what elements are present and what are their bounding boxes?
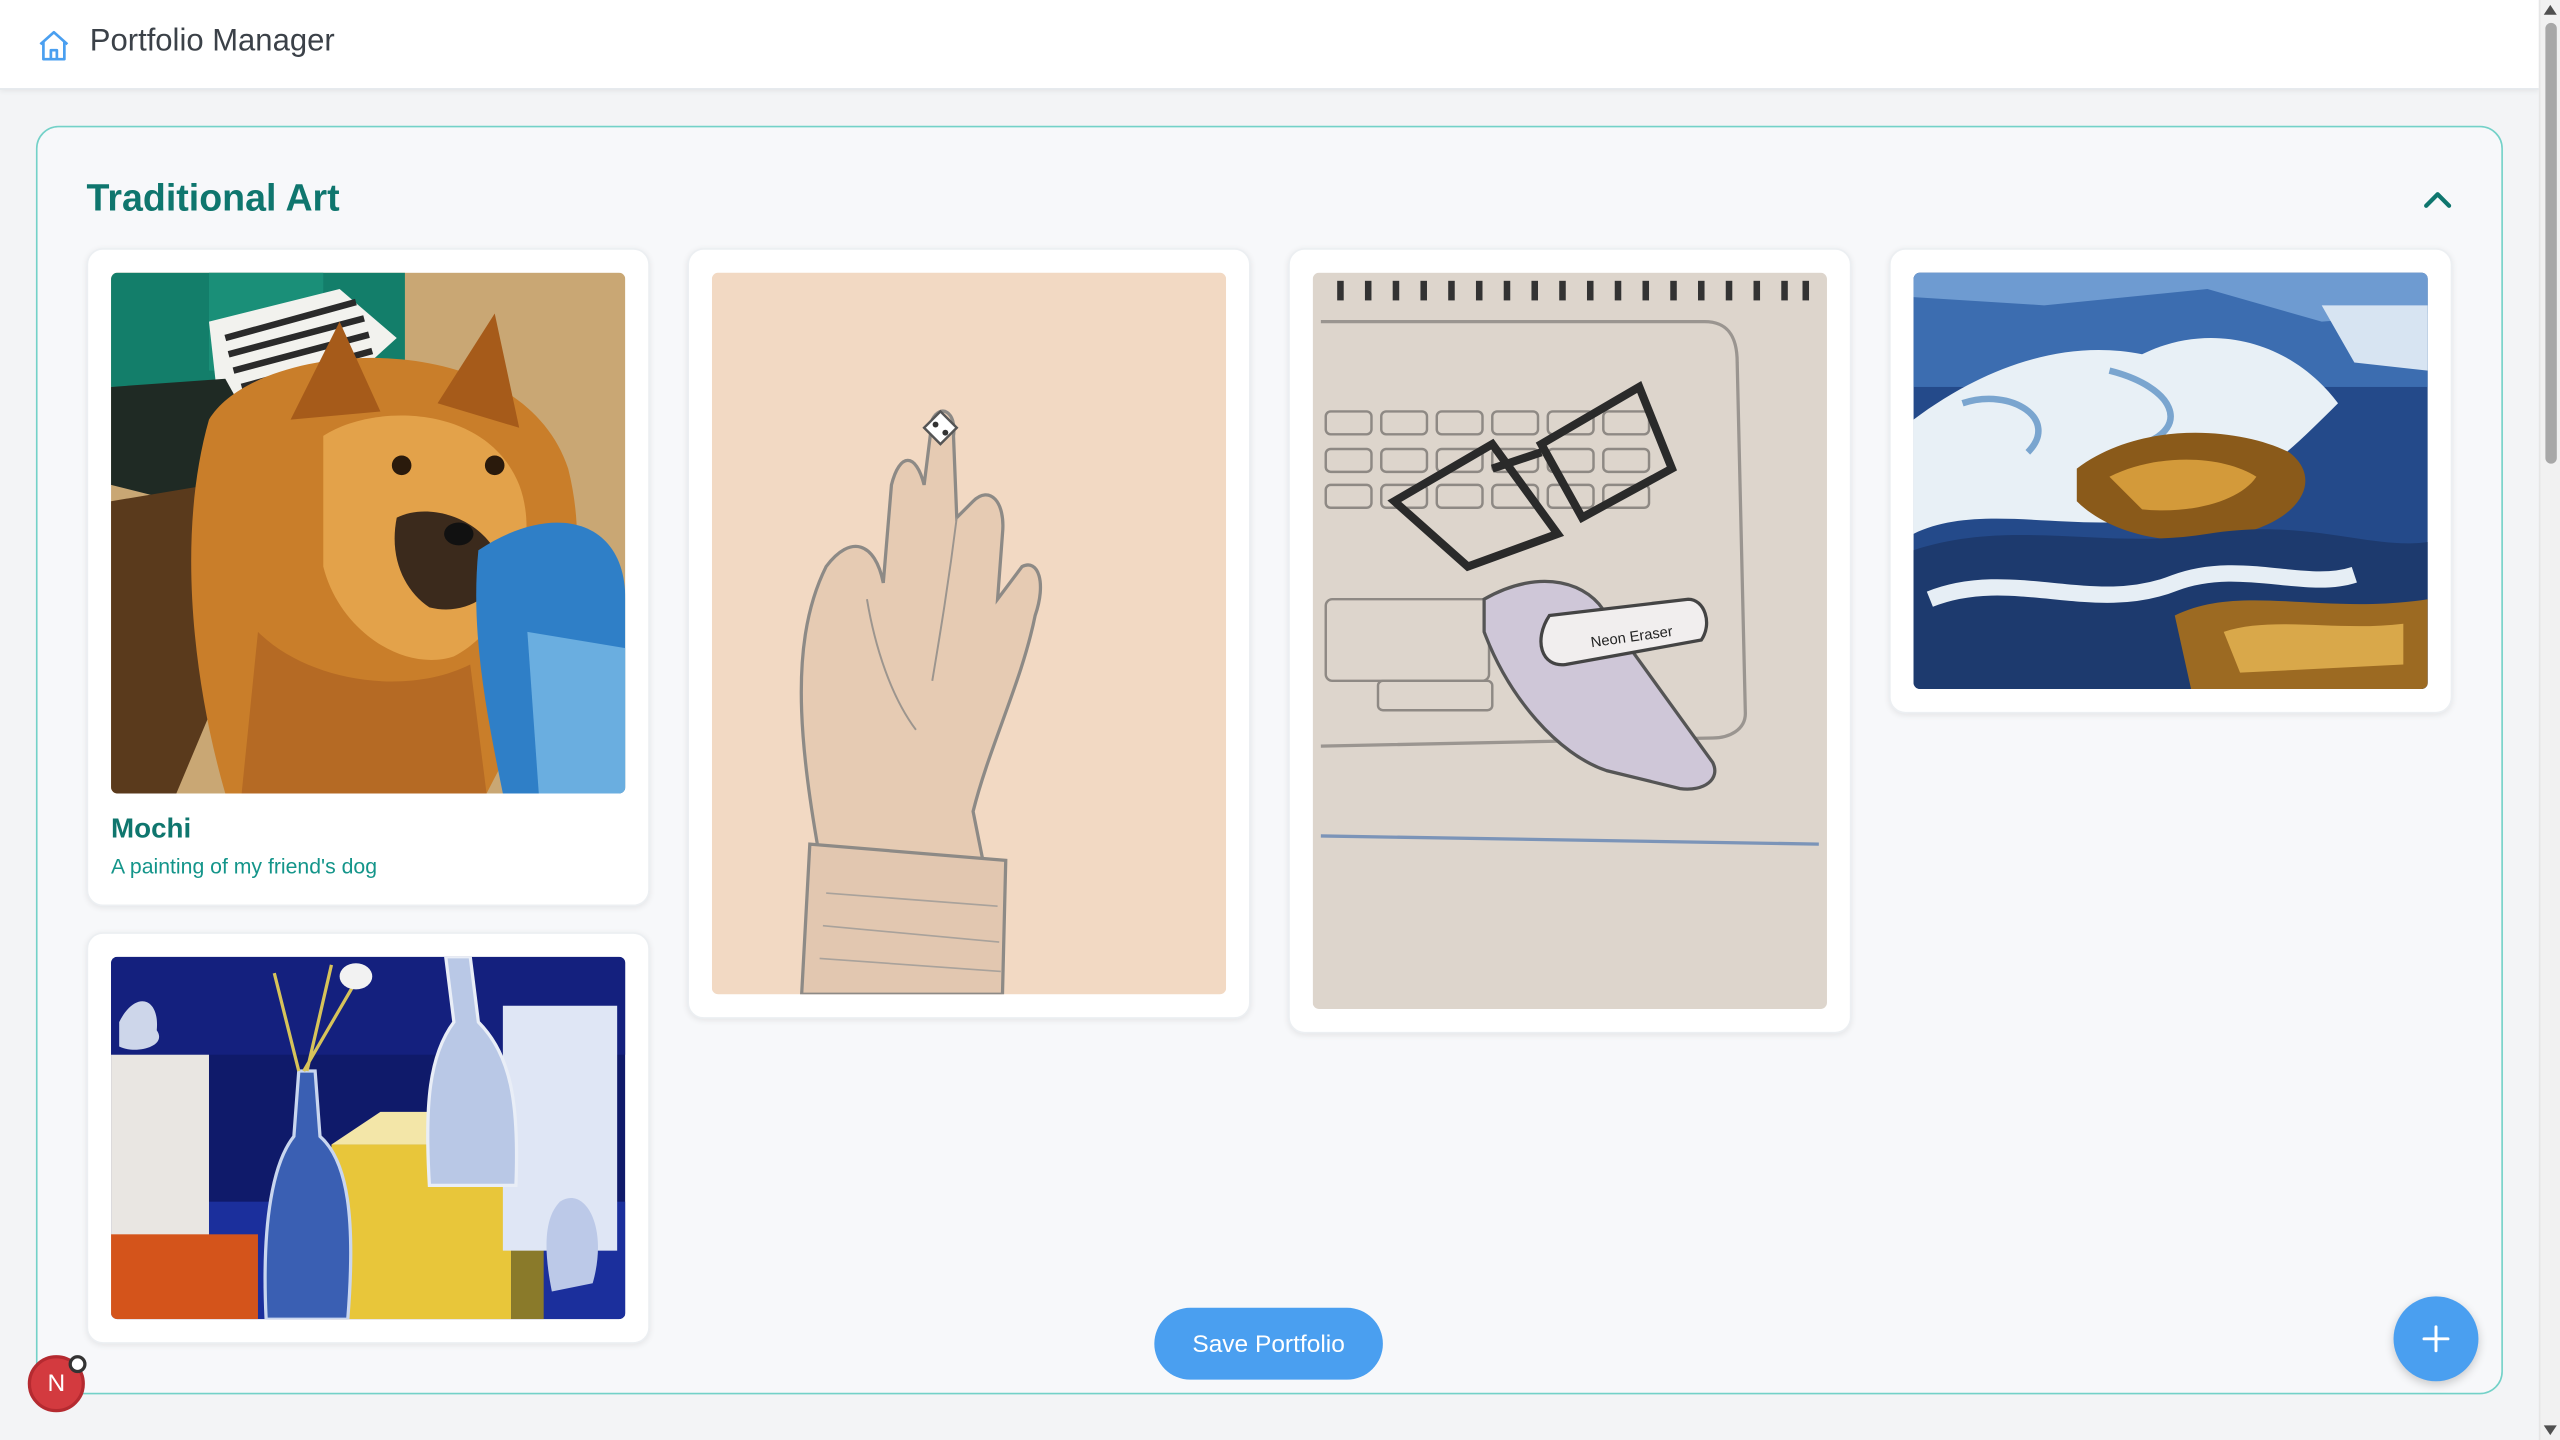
app-title[interactable]: Portfolio Manager [90, 24, 335, 60]
dog-painting-image [111, 272, 626, 794]
scroll-down-arrow-icon[interactable] [2543, 1425, 2557, 1436]
hand-sketch-image [711, 272, 1227, 995]
home-icon[interactable] [36, 28, 72, 64]
top-bar: Portfolio Manager [0, 0, 2539, 90]
plus-icon [2422, 1325, 2450, 1353]
card-title: Mochi [111, 813, 192, 845]
section-title: Traditional Art [86, 176, 340, 219]
artwork-card[interactable] [1889, 248, 2453, 714]
scroll-up-arrow-icon[interactable] [2543, 4, 2557, 15]
artwork-card[interactable] [86, 932, 650, 1344]
page: Portfolio Manager Traditional Art Mochi … [0, 0, 2560, 1440]
bottles-painting-image [111, 956, 626, 1320]
scroll-thumb[interactable] [2545, 22, 2557, 464]
save-portfolio-button[interactable]: Save Portfolio [1154, 1307, 1383, 1380]
status-indicator [68, 1355, 87, 1374]
artwork-card[interactable]: Neon Eraser [1288, 248, 1852, 1034]
add-item-button[interactable] [2393, 1296, 2479, 1382]
artwork-card[interactable]: Mochi A painting of my friend's dog [86, 248, 650, 907]
laptop-sketch-image: Neon Eraser [1312, 272, 1827, 1010]
card-description: A painting of my friend's dog [111, 853, 378, 879]
ocean-waves-image [1913, 272, 2428, 689]
artwork-card[interactable] [687, 248, 1251, 1019]
chevron-up-icon[interactable] [2418, 181, 2457, 220]
scrollbar[interactable] [2538, 0, 2560, 1440]
portfolio-section: Traditional Art Mochi A painting of my f… [35, 125, 2503, 1395]
